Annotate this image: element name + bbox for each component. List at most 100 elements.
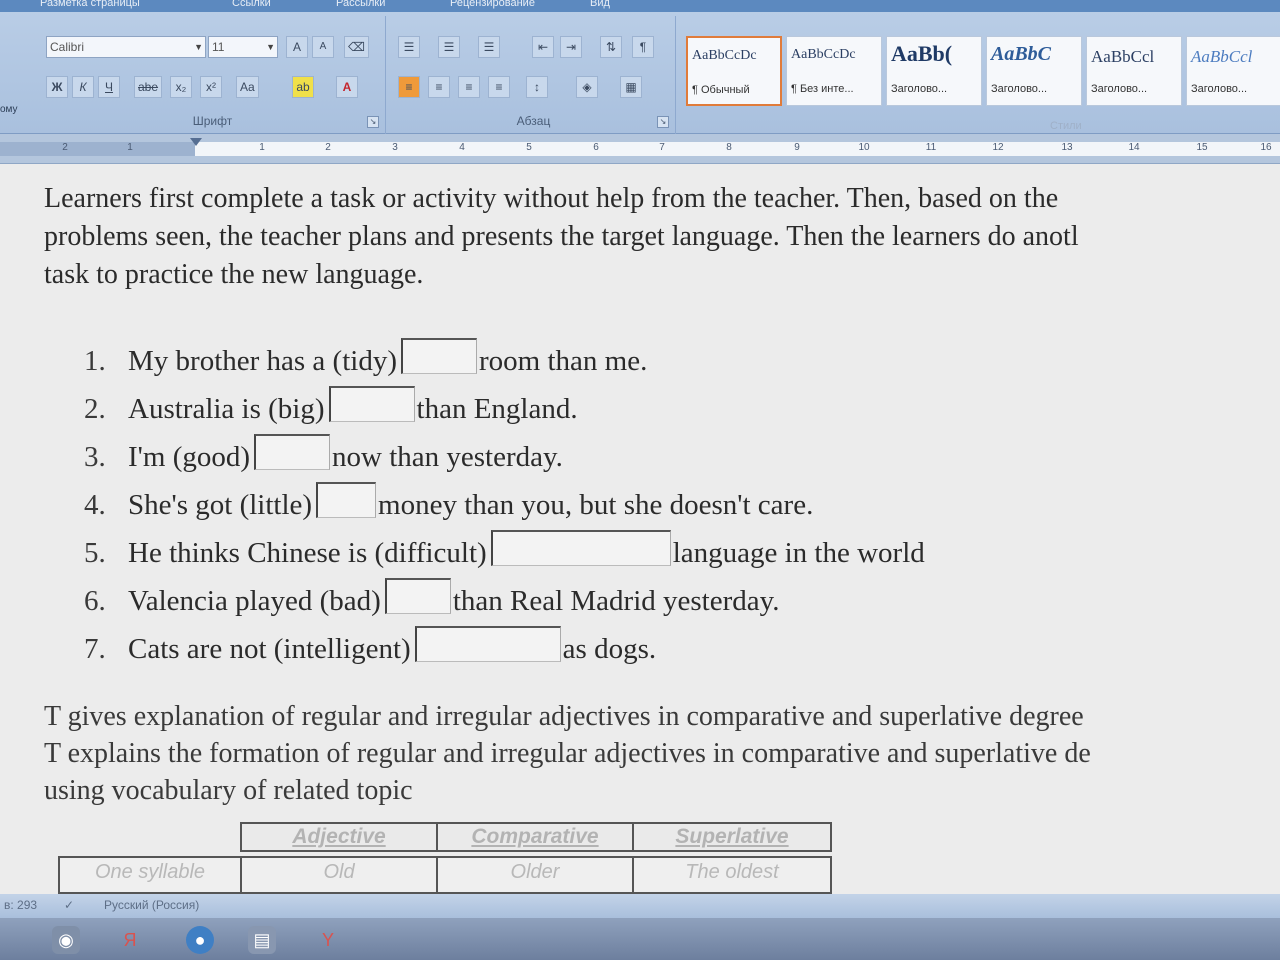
numbering-icon[interactable]: ☰ bbox=[438, 36, 460, 58]
list-item: 2. Australia is (big) than England. bbox=[84, 382, 578, 426]
indent-marker-icon[interactable] bbox=[190, 138, 202, 146]
tab-references[interactable]: Ссылки bbox=[232, 0, 271, 9]
style-heading-1[interactable]: AaBb( Заголово... bbox=[886, 36, 982, 106]
font-size-combo[interactable]: 11 ▼ bbox=[208, 36, 278, 58]
ruler-tick: 2 bbox=[325, 142, 331, 153]
style-normal[interactable]: AaBbCcDc ¶ Обычный bbox=[686, 36, 782, 106]
spellcheck-icon[interactable]: ✓ bbox=[64, 898, 74, 912]
multilevel-list-icon[interactable]: ☰ bbox=[478, 36, 500, 58]
answer-blank[interactable] bbox=[316, 482, 377, 518]
intro-paragraph: Learners first complete a task or activi… bbox=[44, 180, 1280, 294]
tab-review[interactable]: Рецензирование bbox=[450, 0, 535, 9]
font-group-label: Шрифт bbox=[192, 114, 233, 128]
style-name: Заголово... bbox=[1191, 83, 1248, 95]
font-group: Calibri ▼ 11 ▼ A A ⌫ Ж К Ч abe x₂ x² Aa … bbox=[40, 16, 386, 134]
ruler-tick: 16 bbox=[1260, 142, 1272, 153]
shading-icon[interactable]: ◈ bbox=[576, 76, 598, 98]
style-no-spacing[interactable]: AaBbCcDc ¶ Без инте... bbox=[786, 36, 882, 106]
style-name: ¶ Обычный bbox=[692, 84, 750, 96]
yandex-browser-icon[interactable]: Я bbox=[116, 926, 144, 954]
ruler-tick: 1 bbox=[127, 142, 133, 153]
table-cell: Older bbox=[436, 856, 634, 894]
answer-blank[interactable] bbox=[414, 626, 561, 662]
text-line: problems seen, the teacher plans and pre… bbox=[44, 221, 1079, 252]
item-number: 6. bbox=[84, 585, 106, 617]
style-sample: AaBb( bbox=[891, 41, 953, 66]
answer-blank[interactable] bbox=[490, 530, 671, 566]
borders-icon[interactable]: ▦ bbox=[620, 76, 642, 98]
bullets-icon[interactable]: ☰ bbox=[398, 36, 420, 58]
font-color-button[interactable]: A bbox=[336, 76, 358, 98]
table-cell: The oldest bbox=[632, 856, 832, 894]
align-center-icon[interactable]: ≡ bbox=[428, 76, 450, 98]
answer-blank[interactable] bbox=[254, 434, 331, 470]
horizontal-ruler[interactable]: 2 1 1 2 3 4 5 6 7 8 9 10 11 12 13 14 15 … bbox=[0, 134, 1280, 164]
text-line: using vocabulary of related topic bbox=[44, 775, 413, 806]
start-button-icon[interactable]: ◉ bbox=[52, 926, 80, 954]
style-sample: AaBbC bbox=[991, 43, 1052, 65]
styles-group-label: Стили bbox=[1050, 120, 1082, 132]
document-page[interactable]: Learners first complete a task or activi… bbox=[0, 164, 1280, 894]
style-sample: AaBbCcl bbox=[1091, 47, 1155, 66]
font-name-value: Calibri bbox=[50, 40, 85, 54]
style-title[interactable]: AaBbCcl Заголово... bbox=[1086, 36, 1182, 106]
style-name: ¶ Без инте... bbox=[791, 83, 854, 95]
ruler-tick: 10 bbox=[858, 142, 870, 153]
list-item: 1. My brother has a (tidy) room than me. bbox=[84, 334, 647, 378]
answer-blank[interactable] bbox=[401, 338, 477, 374]
item-number: 3. bbox=[84, 441, 106, 473]
ribbon-tab-strip: Разметка страницы Ссылки Рассылки Реценз… bbox=[0, 0, 1280, 12]
style-subtitle[interactable]: AaBbCcl Заголово... bbox=[1186, 36, 1280, 106]
ruler-tick: 1 bbox=[259, 142, 265, 153]
style-heading-2[interactable]: AaBbC Заголово... bbox=[986, 36, 1082, 106]
taskbar: ◉ Я ● ▤ Y bbox=[0, 918, 1280, 960]
decrease-indent-icon[interactable]: ⇤ bbox=[532, 36, 554, 58]
underline-button[interactable]: Ч bbox=[98, 76, 120, 98]
file-explorer-icon[interactable]: ▤ bbox=[248, 926, 276, 954]
answer-blank[interactable] bbox=[328, 386, 415, 422]
line-spacing-icon[interactable]: ↕ bbox=[526, 76, 548, 98]
ruler-tick: 8 bbox=[726, 142, 732, 153]
sort-icon[interactable]: ⇅ bbox=[600, 36, 622, 58]
bold-button[interactable]: Ж bbox=[46, 76, 68, 98]
styles-gallery: AaBbCcDc ¶ Обычный AaBbCcDc ¶ Без инте..… bbox=[686, 28, 1280, 112]
document-body: Learners first complete a task or activi… bbox=[0, 164, 1280, 894]
browser-icon[interactable]: ● bbox=[186, 926, 214, 954]
item-text-after: now than yesterday. bbox=[332, 441, 563, 473]
shrink-font-button[interactable]: A bbox=[312, 36, 334, 58]
italic-button[interactable]: К bbox=[72, 76, 94, 98]
item-text-after: as dogs. bbox=[562, 633, 657, 665]
tab-view[interactable]: Вид bbox=[590, 0, 610, 9]
style-name: Заголово... bbox=[1091, 83, 1148, 95]
ruler-tick: 3 bbox=[392, 142, 398, 153]
grow-font-button[interactable]: A bbox=[286, 36, 308, 58]
change-case-button[interactable]: Aa bbox=[236, 76, 259, 98]
ruler-tick: 15 bbox=[1196, 142, 1208, 153]
superscript-button[interactable]: x² bbox=[200, 76, 222, 98]
dialog-launcher-icon[interactable]: ↘ bbox=[657, 116, 669, 128]
tab-page-layout[interactable]: Разметка страницы bbox=[40, 0, 140, 9]
dialog-launcher-icon[interactable]: ↘ bbox=[367, 116, 379, 128]
item-text-before: Australia is (big) bbox=[128, 393, 325, 425]
align-right-icon[interactable]: ≡ bbox=[458, 76, 480, 98]
increase-indent-icon[interactable]: ⇥ bbox=[560, 36, 582, 58]
text-line: T gives explanation of regular and irreg… bbox=[44, 701, 1084, 732]
item-text-after: than Real Madrid yesterday. bbox=[452, 585, 780, 617]
paragraph-group: ☰ ☰ ☰ ⇤ ⇥ ⇅ ¶ ≡ ≡ ≡ ≡ ↕ ◈ ▦ Абзац ↘ bbox=[392, 16, 676, 134]
clear-format-icon[interactable]: ⌫ bbox=[344, 36, 369, 58]
show-marks-button[interactable]: ¶ bbox=[632, 36, 654, 58]
align-left-icon[interactable]: ≡ bbox=[398, 76, 420, 98]
ruler-tick: 11 bbox=[925, 142, 937, 153]
yandex-icon[interactable]: Y bbox=[314, 926, 342, 954]
item-text-before: He thinks Chinese is (difficult) bbox=[128, 537, 487, 569]
item-number: 5. bbox=[84, 537, 106, 569]
highlight-button[interactable]: ab bbox=[292, 76, 314, 98]
subscript-button[interactable]: x₂ bbox=[170, 76, 192, 98]
language-indicator[interactable]: Русский (Россия) bbox=[104, 898, 199, 912]
strikethrough-button[interactable]: abe bbox=[134, 76, 163, 98]
style-sample: AaBbCcDc bbox=[791, 47, 856, 62]
font-name-combo[interactable]: Calibri ▼ bbox=[46, 36, 206, 58]
justify-icon[interactable]: ≡ bbox=[488, 76, 510, 98]
tab-mailings[interactable]: Рассылки bbox=[336, 0, 385, 9]
answer-blank[interactable] bbox=[384, 578, 451, 614]
